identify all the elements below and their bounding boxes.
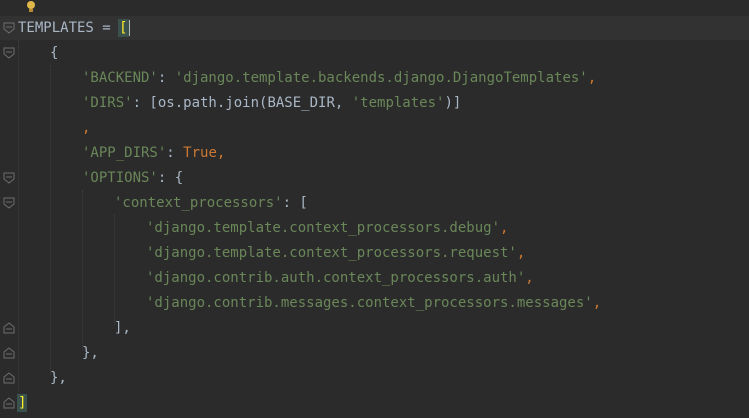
code-token: TEMPLATES =: [18, 20, 120, 36]
fold-marker-icon[interactable]: [3, 22, 15, 34]
code-token: : [os.path.join(BASE_DIR,: [132, 95, 352, 111]
indent-guide: [82, 190, 83, 350]
code-line[interactable]: 'django.template.context_processors.debu…: [146, 216, 508, 240]
code-line[interactable]: TEMPLATES = [: [18, 16, 130, 40]
fold-marker-icon[interactable]: [3, 197, 15, 209]
code-token: :: [166, 145, 184, 161]
code-line[interactable]: 'DIRS': [os.path.join(BASE_DIR, 'templat…: [82, 91, 461, 115]
matched-bracket: [: [118, 19, 129, 37]
string-token: 'OPTIONS': [82, 170, 158, 186]
code-line[interactable]: },: [82, 341, 99, 365]
fold-marker-icon[interactable]: [3, 172, 15, 184]
code-line[interactable]: 'APP_DIRS': True,: [82, 141, 225, 165]
code-token: ],: [114, 320, 131, 336]
code-line[interactable]: {: [50, 41, 58, 65]
indent-guide: [50, 65, 51, 375]
comma-token: ,: [516, 245, 526, 261]
fold-marker-icon[interactable]: [3, 372, 15, 384]
text-caret: [127, 20, 130, 36]
string-token: 'context_processors': [114, 195, 283, 211]
comma-token: ,: [216, 145, 226, 161]
fold-marker-icon[interactable]: [3, 322, 15, 334]
comma-token: ,: [82, 120, 91, 136]
code-line[interactable]: ,: [82, 116, 90, 140]
code-line[interactable]: ],: [114, 316, 131, 340]
string-token: 'templates': [351, 95, 445, 111]
code-line[interactable]: ]: [16, 391, 28, 415]
code-token: },: [50, 370, 67, 386]
string-token: 'django.template.backends.django.DjangoT…: [174, 70, 588, 86]
indent-guide: [18, 40, 19, 400]
string-token: 'django.template.context_processors.requ…: [146, 245, 517, 261]
code-token: : [: [282, 195, 308, 211]
code-token: : {: [157, 170, 184, 186]
code-editor[interactable]: TEMPLATES = [ { 'BACKEND': 'django.templ…: [0, 0, 749, 418]
fold-marker-icon[interactable]: [3, 47, 15, 59]
code-token: )]: [444, 95, 462, 111]
code-line[interactable]: 'django.template.context_processors.requ…: [146, 241, 525, 265]
code-line[interactable]: 'django.contrib.auth.context_processors.…: [146, 266, 534, 290]
code-line[interactable]: 'context_processors': [: [114, 191, 308, 215]
code-token: },: [82, 345, 99, 361]
matched-bracket: ]: [16, 394, 28, 412]
comma-token: ,: [592, 295, 602, 311]
code-token: :: [157, 70, 175, 86]
code-line[interactable]: 'BACKEND': 'django.template.backends.dja…: [82, 66, 596, 90]
string-token: 'django.contrib.auth.context_processors.…: [146, 270, 526, 286]
keyword-token: True: [183, 145, 217, 161]
string-token: 'BACKEND': [82, 70, 158, 86]
code-token: {: [50, 45, 59, 61]
indent-guide: [114, 215, 115, 325]
comma-token: ,: [500, 220, 509, 236]
lightbulb-icon[interactable]: [24, 0, 38, 14]
fold-marker-icon[interactable]: [3, 397, 15, 409]
string-token: 'APP_DIRS': [82, 145, 167, 161]
string-token: 'DIRS': [82, 95, 133, 111]
comma-token: ,: [587, 70, 597, 86]
comma-token: ,: [525, 270, 534, 286]
fold-marker-icon[interactable]: [3, 347, 15, 359]
code-line[interactable]: },: [50, 366, 67, 390]
string-token: 'django.contrib.messages.context_process…: [146, 295, 593, 311]
string-token: 'django.template.context_processors.debu…: [146, 220, 501, 236]
code-line[interactable]: 'django.contrib.messages.context_process…: [146, 291, 601, 315]
code-line[interactable]: 'OPTIONS': {: [82, 166, 183, 190]
